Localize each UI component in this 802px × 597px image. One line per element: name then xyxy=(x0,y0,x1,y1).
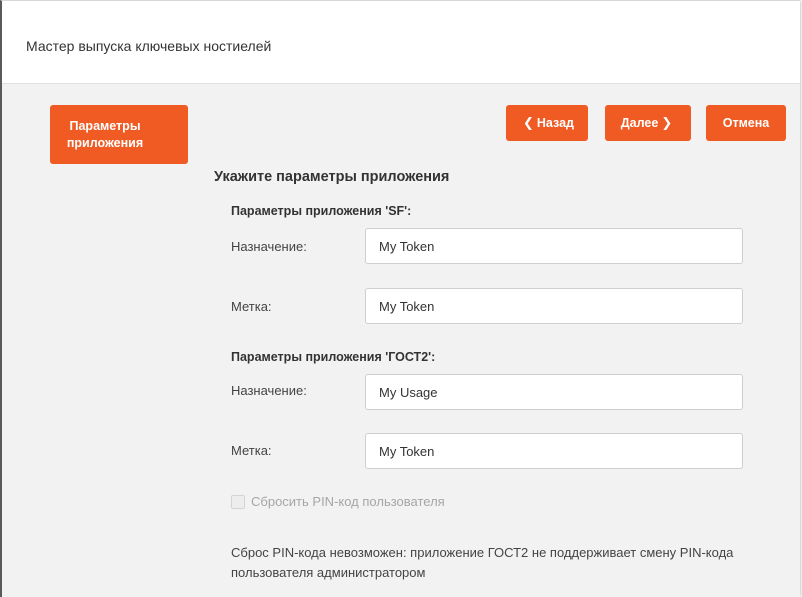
chevron-left-icon: ❮ xyxy=(523,115,534,130)
sf-label-label: Метка: xyxy=(231,299,272,314)
gost2-usage-label: Назначение: xyxy=(231,383,307,398)
wizard-window: Мастер выпуска ключевых ностиелей Параме… xyxy=(0,0,800,597)
group-title-sf: Параметры приложения 'SF': xyxy=(231,204,412,218)
sf-usage-label: Назначение: xyxy=(231,239,307,254)
back-button-label: Назад xyxy=(536,116,574,130)
sf-label-input[interactable] xyxy=(365,288,743,324)
gost2-label-input[interactable] xyxy=(365,433,743,469)
step-label: Параметры приложения xyxy=(66,118,144,150)
cancel-button-label: Отмена xyxy=(722,116,770,130)
chevron-right-icon: ❯ xyxy=(661,115,673,130)
sf-usage-input[interactable] xyxy=(365,228,743,264)
next-button[interactable]: Далее ❯ xyxy=(605,105,691,141)
cancel-button[interactable]: Отмена xyxy=(706,105,786,141)
next-button-label: Далее xyxy=(620,116,659,130)
reset-pin-label: Сбросить PIN-код пользователя xyxy=(251,494,445,509)
reset-pin-row: Сбросить PIN-код пользователя xyxy=(231,494,445,509)
gost2-usage-input[interactable] xyxy=(365,374,743,410)
back-button[interactable]: ❮ Назад xyxy=(506,105,588,141)
wizard-title: Мастер выпуска ключевых ностиелей xyxy=(26,38,272,54)
reset-pin-note: Сброс PIN-кода невозможен: приложение ГО… xyxy=(231,545,734,580)
reset-pin-checkbox[interactable] xyxy=(231,494,245,509)
section-title: Укажите параметры приложения xyxy=(214,169,450,185)
wizard-header: Мастер выпуска ключевых ностиелей xyxy=(2,1,800,84)
gost2-label-label: Метка: xyxy=(231,443,272,458)
step-app-params-button[interactable]: Параметры приложения xyxy=(50,105,188,164)
group-title-gost2: Параметры приложения 'ГОСТ2': xyxy=(231,350,436,364)
